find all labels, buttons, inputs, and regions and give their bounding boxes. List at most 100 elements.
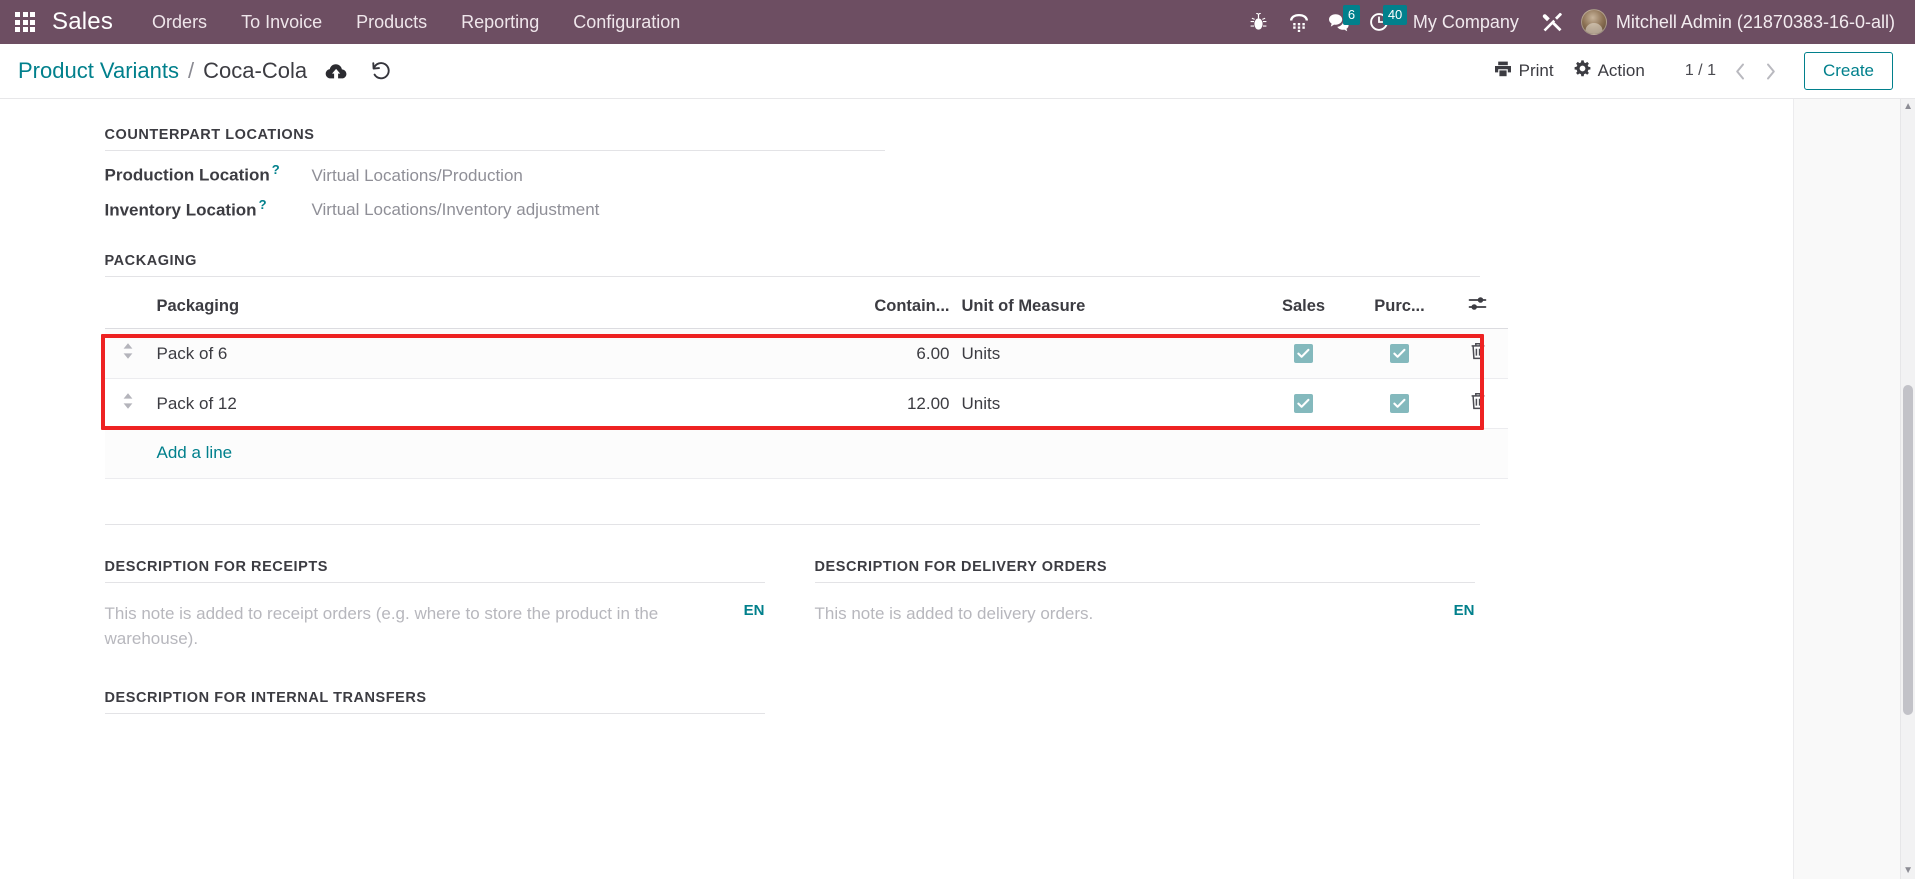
printer-icon: [1494, 61, 1512, 82]
breadcrumb-separator: /: [188, 58, 195, 83]
description-receipts-title: DESCRIPTION FOR RECEIPTS: [104, 559, 765, 584]
checkbox-checked-icon[interactable]: [1390, 393, 1409, 413]
action-button[interactable]: Action: [1564, 54, 1655, 88]
sheet-right-gutter: [1793, 99, 1900, 879]
gear-icon: [1574, 60, 1591, 82]
cell-contained-qty[interactable]: 12.00: [655, 378, 956, 430]
col-unit-of-measure[interactable]: Unit of Measure: [955, 287, 1256, 330]
bug-icon[interactable]: [1239, 2, 1279, 42]
packaging-table: Packaging Contain... Unit of Measure Sal…: [104, 287, 1508, 480]
group-description-internal-transfers: DESCRIPTION FOR INTERNAL TRANSFERS: [104, 690, 765, 714]
col-sales[interactable]: Sales: [1255, 287, 1352, 330]
add-line-row[interactable]: Add a line: [104, 428, 1508, 480]
cell-purchase-checkbox[interactable]: [1351, 328, 1448, 380]
activities-counter-badge: 40: [1382, 5, 1408, 25]
avatar: [1580, 9, 1607, 35]
scroll-down-arrow-icon[interactable]: ▼: [1903, 866, 1913, 876]
drag-handle-icon[interactable]: [122, 392, 134, 410]
packaging-table-head: Packaging Contain... Unit of Measure Sal…: [104, 287, 1508, 330]
packaging-table-body: Pack of 6 6.00 Units Pack of 12 12.00 Un…: [104, 328, 1508, 480]
add-line-cell[interactable]: Add a line: [150, 428, 1508, 480]
menu-to-invoice[interactable]: To Invoice: [224, 1, 339, 44]
page-title: Coca-Cola: [203, 58, 308, 83]
column-options-sliders-icon[interactable]: [1447, 287, 1508, 330]
user-menu-label: Mitchell Admin (21870383-16-0-all): [1615, 11, 1895, 32]
production-location-value[interactable]: Virtual Locations/Production: [312, 166, 523, 186]
company-switcher[interactable]: My Company: [1399, 2, 1533, 43]
checkbox-checked-icon[interactable]: [1294, 393, 1313, 413]
inventory-location-value[interactable]: Virtual Locations/Inventory adjustment: [312, 200, 600, 220]
cell-unit-of-measure[interactable]: Units: [955, 378, 1256, 430]
menu-configuration[interactable]: Configuration: [556, 1, 697, 44]
description-receipts-body: This note is added to receipt orders (e.…: [105, 601, 765, 651]
table-row[interactable]: Pack of 6 6.00 Units: [104, 328, 1508, 380]
apps-menu-toggle[interactable]: [8, 7, 42, 37]
print-button[interactable]: Print: [1484, 55, 1564, 88]
tooltip-icon[interactable]: ?: [257, 197, 267, 212]
menu-reporting[interactable]: Reporting: [444, 1, 556, 44]
pager-value: 1 / 1: [1684, 62, 1716, 79]
trash-icon[interactable]: [1470, 392, 1486, 410]
drag-handle-icon[interactable]: [122, 342, 134, 360]
cell-delete[interactable]: [1447, 328, 1508, 380]
description-internal-title: DESCRIPTION FOR INTERNAL TRANSFERS: [104, 690, 765, 714]
packaging-title: PACKAGING: [104, 253, 1480, 278]
chevron-left-icon[interactable]: [1728, 57, 1754, 85]
cell-delete[interactable]: [1447, 378, 1508, 430]
col-contained[interactable]: Contain...: [655, 287, 956, 330]
packaging-header-row: Packaging Contain... Unit of Measure Sal…: [104, 287, 1508, 330]
counterpart-locations-title: COUNTERPART LOCATIONS: [104, 127, 885, 151]
activities-clock-icon[interactable]: 40: [1359, 2, 1408, 42]
description-receipts-input[interactable]: This note is added to receipt orders (e.…: [105, 601, 744, 651]
section-divider: [104, 524, 1480, 526]
group-packaging: PACKAGING Packaging Contain... Unit of M…: [100, 253, 1508, 480]
cell-purchase-checkbox[interactable]: [1351, 378, 1448, 430]
cloud-upload-icon[interactable]: [325, 63, 347, 80]
menu-products[interactable]: Products: [339, 1, 444, 44]
breadcrumb-parent-link[interactable]: Product Variants: [18, 58, 179, 84]
descriptions-row: DESCRIPTION FOR RECEIPTS This note is ad…: [104, 559, 1707, 651]
row-drag-handle-cell[interactable]: [104, 378, 151, 430]
col-handle: [104, 287, 151, 330]
cell-contained-qty[interactable]: 6.00: [655, 328, 956, 380]
checkbox-checked-icon[interactable]: [1390, 343, 1409, 363]
developer-tools-icon[interactable]: [1533, 2, 1573, 42]
create-button[interactable]: Create: [1803, 52, 1893, 90]
vertical-scrollbar-thumb[interactable]: [1903, 385, 1913, 715]
language-tag-en[interactable]: EN: [1454, 601, 1475, 619]
form-sheet: COUNTERPART LOCATIONS Production Locatio…: [0, 99, 1793, 714]
chevron-right-icon[interactable]: [1758, 57, 1784, 85]
form-inner: COUNTERPART LOCATIONS Production Locatio…: [87, 127, 1707, 714]
table-row[interactable]: Pack of 12 12.00 Units: [104, 378, 1508, 430]
phone-keypad-icon[interactable]: [1279, 2, 1319, 42]
scroll-up-arrow-icon[interactable]: ▲: [1903, 102, 1913, 112]
description-delivery-input[interactable]: This note is added to delivery orders.: [815, 601, 1454, 626]
action-label: Action: [1597, 61, 1645, 80]
cell-packaging-name[interactable]: Pack of 12: [150, 378, 656, 430]
group-counterpart-locations: COUNTERPART LOCATIONS Production Locatio…: [104, 127, 885, 220]
col-packaging[interactable]: Packaging: [150, 287, 656, 330]
form-scroll-area: COUNTERPART LOCATIONS Production Locatio…: [0, 99, 1915, 879]
trash-icon[interactable]: [1470, 342, 1486, 360]
row-drag-handle-cell[interactable]: [104, 328, 151, 380]
add-a-line-button[interactable]: Add a line: [157, 443, 233, 462]
language-tag-en[interactable]: EN: [744, 601, 765, 619]
undo-icon[interactable]: [371, 61, 391, 81]
menu-orders[interactable]: Orders: [135, 1, 224, 44]
field-production-location: Production Location? Virtual Locations/P…: [105, 151, 885, 186]
cell-sales-checkbox[interactable]: [1255, 328, 1352, 380]
app-brand-sales[interactable]: Sales: [46, 8, 135, 36]
odoo-backend-window: Sales Orders To Invoice Products Reporti…: [0, 0, 1915, 879]
description-delivery-title: DESCRIPTION FOR DELIVERY ORDERS: [814, 559, 1475, 584]
cell-sales-checkbox[interactable]: [1255, 378, 1352, 430]
user-menu[interactable]: Mitchell Admin (21870383-16-0-all): [1573, 5, 1901, 39]
cell-packaging-name[interactable]: Pack of 6: [150, 328, 656, 380]
cell-unit-of-measure[interactable]: Units: [955, 328, 1256, 380]
print-label: Print: [1518, 61, 1554, 80]
messaging-icon[interactable]: 6: [1319, 2, 1361, 42]
add-line-spacer: [104, 428, 151, 480]
vertical-scrollbar[interactable]: ▲ ▼: [1900, 99, 1915, 879]
checkbox-checked-icon[interactable]: [1294, 343, 1313, 363]
col-purchase[interactable]: Purc...: [1351, 287, 1448, 330]
tooltip-icon[interactable]: ?: [270, 162, 280, 177]
